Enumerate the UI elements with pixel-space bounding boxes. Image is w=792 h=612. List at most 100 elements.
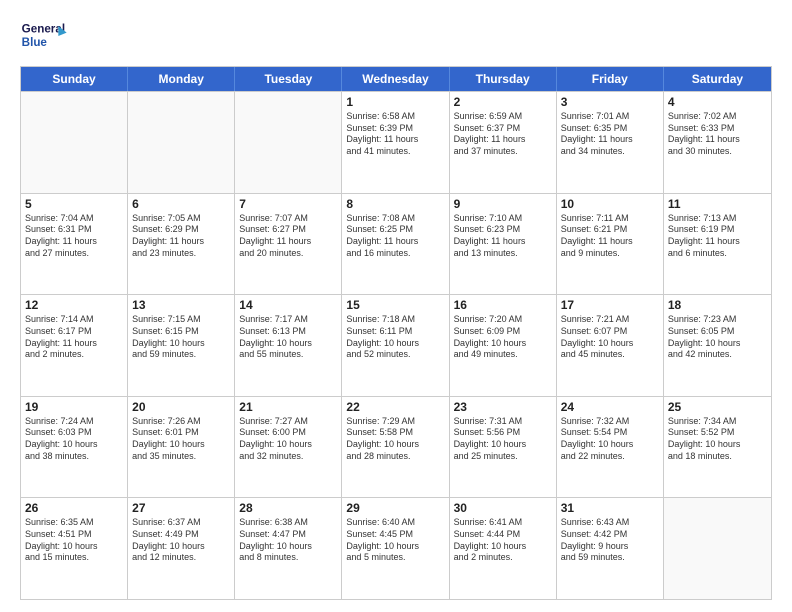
day-number: 28 xyxy=(239,501,337,515)
calendar-cell xyxy=(235,92,342,193)
calendar-cell xyxy=(21,92,128,193)
day-number: 6 xyxy=(132,197,230,211)
calendar-cell: 21 Sunrise: 7:27 AM Sunset: 6:00 PM Dayli… xyxy=(235,397,342,498)
logo: GeneralBlue xyxy=(20,16,70,56)
day-number: 14 xyxy=(239,298,337,312)
calendar-cell: 9Sunrise: 7:10 AM Sunset: 6:23 PM Daylig… xyxy=(450,194,557,295)
day-number: 1 xyxy=(346,95,444,109)
day-number: 23 xyxy=(454,400,552,414)
cell-info: Sunrise: 7:18 AM Sunset: 6:11 PM Dayligh… xyxy=(346,314,444,361)
calendar-cell: 27 Sunrise: 6:37 AM Sunset: 4:49 PM Dayli… xyxy=(128,498,235,599)
calendar-cell: 8Sunrise: 7:08 AM Sunset: 6:25 PM Daylig… xyxy=(342,194,449,295)
day-number: 24 xyxy=(561,400,659,414)
day-number: 31 xyxy=(561,501,659,515)
cell-info: Sunrise: 7:07 AM Sunset: 6:27 PM Dayligh… xyxy=(239,213,337,260)
cell-info: Sunrise: 7:15 AM Sunset: 6:15 PM Dayligh… xyxy=(132,314,230,361)
cell-info: Sunrise: 7:21 AM Sunset: 6:07 PM Dayligh… xyxy=(561,314,659,361)
calendar-cell: 17 Sunrise: 7:21 AM Sunset: 6:07 PM Dayli… xyxy=(557,295,664,396)
day-number: 22 xyxy=(346,400,444,414)
day-number: 29 xyxy=(346,501,444,515)
cell-info: Sunrise: 7:31 AM Sunset: 5:56 PM Dayligh… xyxy=(454,416,552,463)
cell-info: Sunrise: 6:43 AM Sunset: 4:42 PM Dayligh… xyxy=(561,517,659,564)
page: GeneralBlue SundayMondayTuesdayWednesday… xyxy=(0,0,792,612)
cell-info: Sunrise: 6:41 AM Sunset: 4:44 PM Dayligh… xyxy=(454,517,552,564)
header-day-wednesday: Wednesday xyxy=(342,67,449,91)
calendar-cell: 18 Sunrise: 7:23 AM Sunset: 6:05 PM Dayli… xyxy=(664,295,771,396)
calendar-cell xyxy=(664,498,771,599)
header-day-thursday: Thursday xyxy=(450,67,557,91)
cell-info: Sunrise: 7:20 AM Sunset: 6:09 PM Dayligh… xyxy=(454,314,552,361)
day-number: 2 xyxy=(454,95,552,109)
day-number: 17 xyxy=(561,298,659,312)
cell-info: Sunrise: 7:13 AM Sunset: 6:19 PM Dayligh… xyxy=(668,213,767,260)
calendar-row-2: 12Sunrise: 7:14 AM Sunset: 6:17 PM Dayli… xyxy=(21,294,771,396)
day-number: 16 xyxy=(454,298,552,312)
cell-info: Sunrise: 6:37 AM Sunset: 4:49 PM Dayligh… xyxy=(132,517,230,564)
cell-info: Sunrise: 6:38 AM Sunset: 4:47 PM Dayligh… xyxy=(239,517,337,564)
calendar-cell: 2 Sunrise: 6:59 AM Sunset: 6:37 PM Daylig… xyxy=(450,92,557,193)
calendar-header: SundayMondayTuesdayWednesdayThursdayFrid… xyxy=(21,67,771,91)
calendar-row-1: 5Sunrise: 7:04 AM Sunset: 6:31 PM Daylig… xyxy=(21,193,771,295)
calendar-cell: 13 Sunrise: 7:15 AM Sunset: 6:15 PM Dayli… xyxy=(128,295,235,396)
day-number: 15 xyxy=(346,298,444,312)
calendar-cell: 22Sunrise: 7:29 AM Sunset: 5:58 PM Dayli… xyxy=(342,397,449,498)
cell-info: Sunrise: 7:26 AM Sunset: 6:01 PM Dayligh… xyxy=(132,416,230,463)
svg-text:Blue: Blue xyxy=(22,36,48,49)
day-number: 26 xyxy=(25,501,123,515)
day-number: 11 xyxy=(668,197,767,211)
cell-info: Sunrise: 7:17 AM Sunset: 6:13 PM Dayligh… xyxy=(239,314,337,361)
calendar-cell: 25 Sunrise: 7:34 AM Sunset: 5:52 PM Dayli… xyxy=(664,397,771,498)
cell-info: Sunrise: 7:05 AM Sunset: 6:29 PM Dayligh… xyxy=(132,213,230,260)
calendar: SundayMondayTuesdayWednesdayThursdayFrid… xyxy=(20,66,772,600)
calendar-cell: 6 Sunrise: 7:05 AM Sunset: 6:29 PM Daylig… xyxy=(128,194,235,295)
calendar-cell: 1Sunrise: 6:58 AM Sunset: 6:39 PM Daylig… xyxy=(342,92,449,193)
calendar-cell: 5Sunrise: 7:04 AM Sunset: 6:31 PM Daylig… xyxy=(21,194,128,295)
calendar-cell: 16 Sunrise: 7:20 AM Sunset: 6:09 PM Dayli… xyxy=(450,295,557,396)
calendar-cell: 3 Sunrise: 7:01 AM Sunset: 6:35 PM Daylig… xyxy=(557,92,664,193)
cell-info: Sunrise: 7:11 AM Sunset: 6:21 PM Dayligh… xyxy=(561,213,659,260)
day-number: 18 xyxy=(668,298,767,312)
day-number: 30 xyxy=(454,501,552,515)
calendar-cell: 30 Sunrise: 6:41 AM Sunset: 4:44 PM Dayli… xyxy=(450,498,557,599)
calendar-cell: 29 Sunrise: 6:40 AM Sunset: 4:45 PM Dayli… xyxy=(342,498,449,599)
day-number: 5 xyxy=(25,197,123,211)
calendar-cell: 12Sunrise: 7:14 AM Sunset: 6:17 PM Dayli… xyxy=(21,295,128,396)
day-number: 19 xyxy=(25,400,123,414)
day-number: 21 xyxy=(239,400,337,414)
cell-info: Sunrise: 6:59 AM Sunset: 6:37 PM Dayligh… xyxy=(454,111,552,158)
header-day-sunday: Sunday xyxy=(21,67,128,91)
day-number: 8 xyxy=(346,197,444,211)
cell-info: Sunrise: 6:40 AM Sunset: 4:45 PM Dayligh… xyxy=(346,517,444,564)
day-number: 27 xyxy=(132,501,230,515)
calendar-cell: 15 Sunrise: 7:18 AM Sunset: 6:11 PM Dayli… xyxy=(342,295,449,396)
cell-info: Sunrise: 7:32 AM Sunset: 5:54 PM Dayligh… xyxy=(561,416,659,463)
cell-info: Sunrise: 6:35 AM Sunset: 4:51 PM Dayligh… xyxy=(25,517,123,564)
cell-info: Sunrise: 7:02 AM Sunset: 6:33 PM Dayligh… xyxy=(668,111,767,158)
calendar-cell: 14 Sunrise: 7:17 AM Sunset: 6:13 PM Dayli… xyxy=(235,295,342,396)
day-number: 13 xyxy=(132,298,230,312)
cell-info: Sunrise: 7:01 AM Sunset: 6:35 PM Dayligh… xyxy=(561,111,659,158)
day-number: 10 xyxy=(561,197,659,211)
calendar-row-4: 26 Sunrise: 6:35 AM Sunset: 4:51 PM Dayli… xyxy=(21,497,771,599)
cell-info: Sunrise: 7:23 AM Sunset: 6:05 PM Dayligh… xyxy=(668,314,767,361)
cell-info: Sunrise: 7:34 AM Sunset: 5:52 PM Dayligh… xyxy=(668,416,767,463)
cell-info: Sunrise: 7:24 AM Sunset: 6:03 PM Dayligh… xyxy=(25,416,123,463)
header: GeneralBlue xyxy=(20,16,772,56)
calendar-cell: 31 Sunrise: 6:43 AM Sunset: 4:42 PM Dayli… xyxy=(557,498,664,599)
calendar-row-0: 1Sunrise: 6:58 AM Sunset: 6:39 PM Daylig… xyxy=(21,91,771,193)
logo-svg: GeneralBlue xyxy=(20,16,70,56)
calendar-cell: 26 Sunrise: 6:35 AM Sunset: 4:51 PM Dayli… xyxy=(21,498,128,599)
calendar-cell: 23 Sunrise: 7:31 AM Sunset: 5:56 PM Dayli… xyxy=(450,397,557,498)
header-day-monday: Monday xyxy=(128,67,235,91)
day-number: 7 xyxy=(239,197,337,211)
cell-info: Sunrise: 7:27 AM Sunset: 6:00 PM Dayligh… xyxy=(239,416,337,463)
calendar-cell: 10 Sunrise: 7:11 AM Sunset: 6:21 PM Dayli… xyxy=(557,194,664,295)
header-day-friday: Friday xyxy=(557,67,664,91)
calendar-cell: 20Sunrise: 7:26 AM Sunset: 6:01 PM Dayli… xyxy=(128,397,235,498)
calendar-cell: 4 Sunrise: 7:02 AM Sunset: 6:33 PM Daylig… xyxy=(664,92,771,193)
header-day-tuesday: Tuesday xyxy=(235,67,342,91)
day-number: 3 xyxy=(561,95,659,109)
day-number: 9 xyxy=(454,197,552,211)
day-number: 25 xyxy=(668,400,767,414)
day-number: 4 xyxy=(668,95,767,109)
